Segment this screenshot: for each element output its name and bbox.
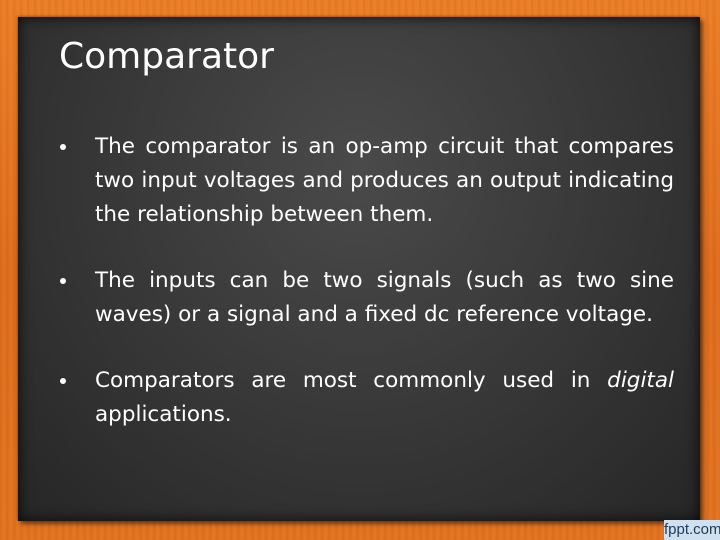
bullet-item: The comparator is an op-amp circuit that… bbox=[58, 130, 674, 232]
bullet-item: Comparators are most commonly used in di… bbox=[58, 364, 674, 432]
slide-title: Comparator bbox=[59, 36, 274, 77]
bullet-text: The comparator is an op-amp circuit that… bbox=[95, 134, 674, 227]
bullet-list: The comparator is an op-amp circuit that… bbox=[58, 130, 674, 464]
watermark-link[interactable]: fppt.com bbox=[664, 520, 720, 540]
bullet-emphasis: digital bbox=[607, 368, 674, 393]
bullet-text-after: applications. bbox=[95, 402, 232, 427]
bullet-item: The inputs can be two signals (such as t… bbox=[58, 264, 674, 332]
bullet-text-before: Comparators are most commonly used in bbox=[95, 368, 608, 393]
bullet-text: The inputs can be two signals (such as t… bbox=[95, 268, 674, 327]
